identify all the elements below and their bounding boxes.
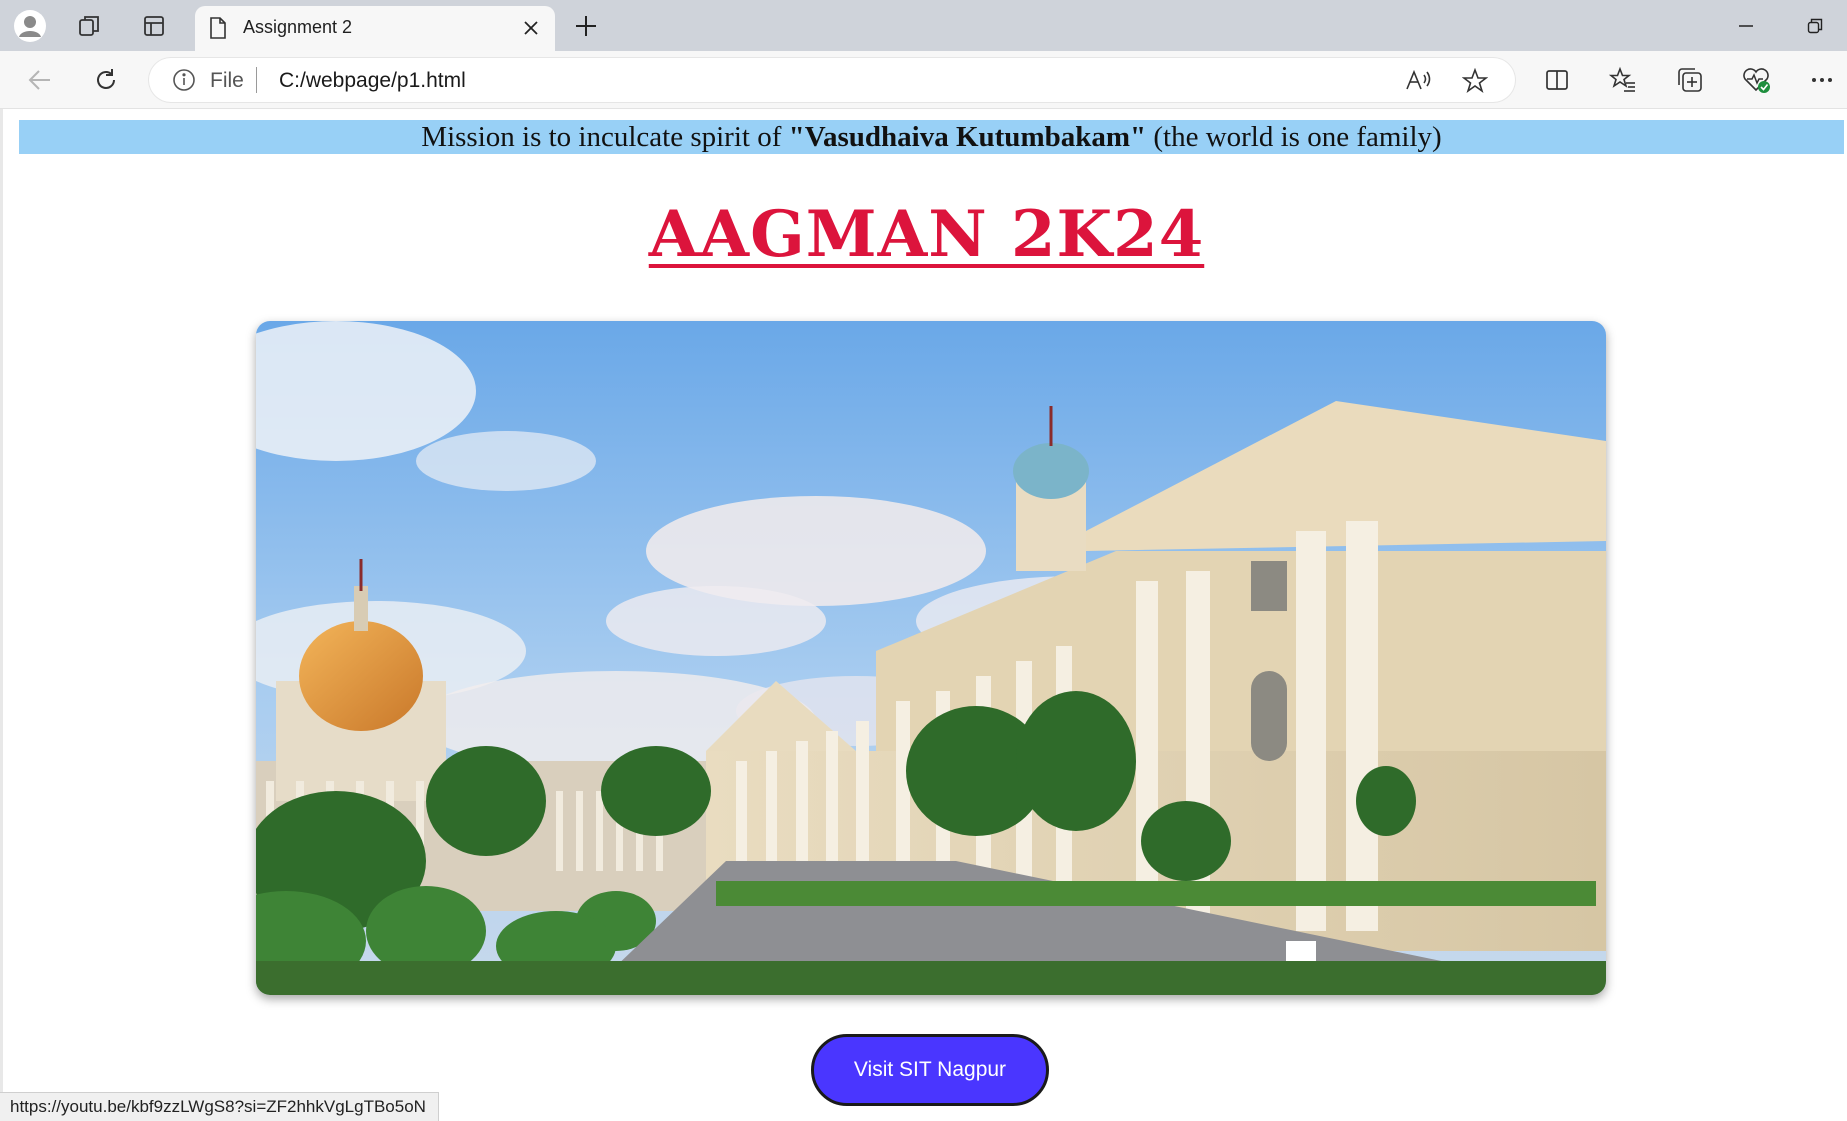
read-aloud-button[interactable] — [1401, 64, 1435, 98]
more-icon — [1812, 78, 1832, 82]
favorites-icon — [1609, 66, 1635, 92]
tab-actions-icon — [144, 16, 164, 36]
minimize-icon — [1739, 25, 1753, 27]
mission-highlight: "Vasudhaiva Kutumbakam" — [788, 121, 1147, 153]
browser-essentials-button[interactable] — [1734, 58, 1778, 102]
address-divider — [256, 67, 257, 93]
favorite-star-button[interactable] — [1458, 64, 1492, 98]
mission-suffix: (the world is one family) — [1146, 121, 1442, 153]
restore-button[interactable] — [1785, 4, 1845, 48]
heart-pulse-icon — [1743, 68, 1770, 93]
favorites-button[interactable] — [1601, 58, 1645, 102]
close-icon — [524, 21, 538, 35]
workspaces-icon — [79, 16, 99, 36]
address-bar[interactable]: File C:/webpage/p1.html — [148, 57, 1516, 103]
refresh-button[interactable] — [84, 58, 128, 102]
page-heading: AAGMAN 2K24 — [648, 197, 1205, 272]
collections-button[interactable] — [1668, 58, 1712, 102]
plus-icon — [576, 16, 596, 36]
info-icon[interactable] — [172, 68, 196, 97]
profile-button[interactable] — [10, 6, 50, 46]
campus-photo — [256, 321, 1606, 995]
campus-illustration — [256, 321, 1606, 995]
read-aloud-icon — [1406, 69, 1431, 90]
mission-prefix: Mission is to inculcate spirit of — [421, 121, 789, 153]
back-button[interactable] — [18, 58, 62, 102]
page-viewport: Mission is to inculcate spirit of "Vasud… — [0, 109, 1847, 1120]
browser-toolbar: File C:/webpage/p1.html — [0, 51, 1847, 109]
star-icon — [1462, 68, 1488, 94]
arrow-left-icon — [28, 70, 50, 90]
tab-actions-button[interactable] — [134, 6, 174, 46]
refresh-icon — [97, 69, 115, 89]
settings-menu-button[interactable] — [1800, 58, 1844, 102]
tab-title: Assignment 2 — [243, 17, 353, 37]
address-url[interactable]: C:/webpage/p1.html — [279, 69, 466, 93]
status-bar-link: https://youtu.be/kbf9zzLWgS8?si=ZF2hhkVg… — [0, 1092, 439, 1121]
restore-icon — [1807, 18, 1823, 34]
profile-icon — [14, 10, 46, 42]
split-screen-button[interactable] — [1535, 58, 1579, 102]
split-screen-icon — [1546, 70, 1568, 90]
new-tab-button[interactable] — [566, 6, 606, 46]
mission-banner: Mission is to inculcate spirit of "Vasud… — [19, 120, 1844, 154]
tab-assignment-2[interactable]: Assignment 2 — [195, 6, 555, 51]
tab-close-button[interactable] — [517, 14, 545, 42]
visit-sit-nagpur-button[interactable]: Visit SIT Nagpur — [811, 1034, 1049, 1106]
address-scheme: File — [210, 69, 244, 92]
workspaces-button[interactable] — [70, 6, 110, 46]
page-icon — [209, 17, 227, 44]
tab-strip: Assignment 2 — [0, 0, 1847, 51]
collections-icon — [1678, 68, 1702, 92]
minimize-button[interactable] — [1716, 4, 1776, 48]
